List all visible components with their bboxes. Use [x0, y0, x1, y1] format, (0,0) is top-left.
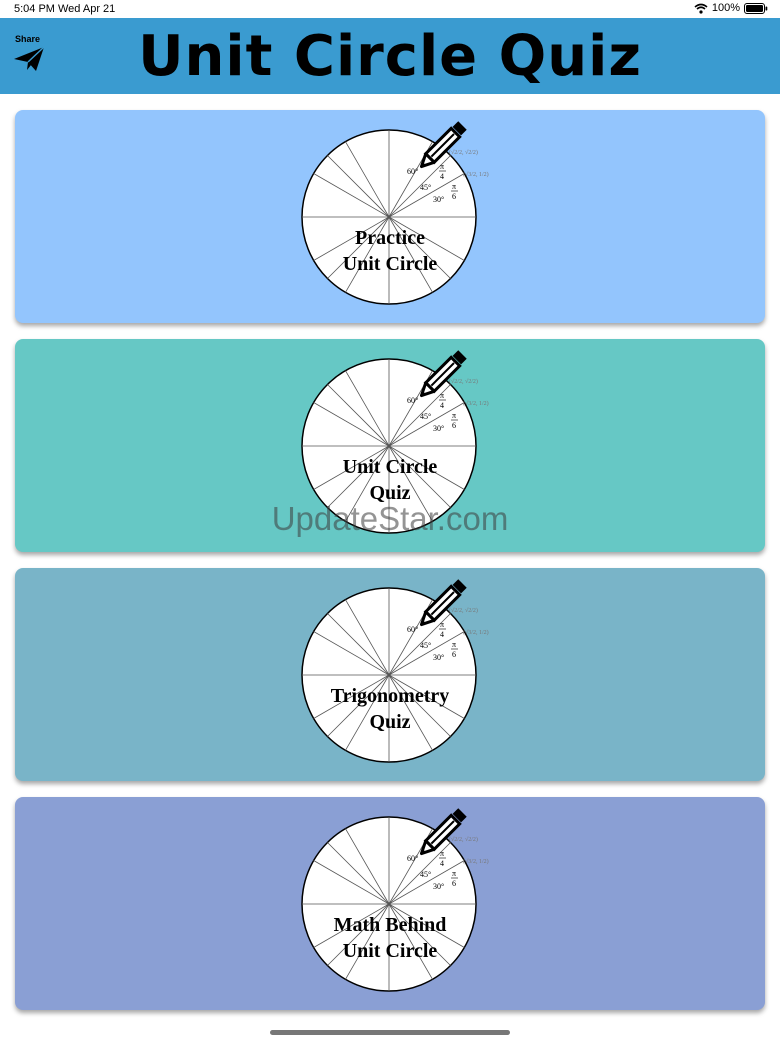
unit-circle-icon: 60°45°30°π4π6(√2/2, √2/2)(√3/2, 1/2) — [301, 808, 489, 992]
label-pi-4-num: π — [440, 849, 444, 858]
label-45-deg: 45° — [420, 870, 431, 879]
label-pi-4-den: 4 — [440, 630, 444, 639]
card-label-line2: Quiz — [369, 482, 411, 504]
battery-percent: 100% — [711, 2, 740, 14]
label-pi-6-num: π — [452, 182, 456, 191]
label-pi-6-num: π — [452, 640, 456, 649]
label-pi-4-num: π — [440, 620, 444, 629]
battery-icon — [744, 2, 768, 14]
label-pi-4-num: π — [440, 391, 444, 400]
label-pi-6-den: 6 — [452, 421, 456, 430]
label-45-deg: 45° — [420, 412, 431, 421]
trigonometry-quiz-card[interactable]: 60° 45° 30° π 4 π 6 (√2/2, √2/2) (√3/2, 1/2) Tri… — [15, 568, 765, 781]
home-indicator[interactable] — [270, 1030, 510, 1035]
coord-45: (√2/2, √2/2) — [449, 378, 478, 385]
label-45-deg: 45° — [420, 183, 431, 192]
practice-unit-circle-card[interactable]: 60° 45° 30° π 4 π 6 (√2/2, √2/2) (√3/2, 1/2) Pra… — [15, 110, 765, 323]
label-30-deg: 30° — [433, 195, 444, 204]
coord-30: (√3/2, 1/2) — [463, 858, 489, 865]
card-label: Trigonometry Quiz — [300, 683, 480, 735]
page-title: Unit Circle Quiz — [138, 24, 642, 89]
card-label-line1: Math Behind — [333, 914, 447, 936]
status-indicators: 100% — [694, 2, 768, 14]
label-60-deg: 60° — [407, 167, 418, 176]
status-bar: 5:04 PM Wed Apr 21 100% — [0, 0, 780, 18]
card-label-line1: Unit Circle — [342, 456, 438, 478]
label-pi-4-num: π — [440, 162, 444, 171]
label-30-deg: 30° — [433, 653, 444, 662]
coord-45: (√2/2, √2/2) — [449, 607, 478, 614]
card-label-line2: Quiz — [369, 711, 411, 733]
wifi-icon — [694, 3, 708, 14]
unit-circle-quiz-card[interactable]: 60° 45° 30° π 4 π 6 (√2/2, √2/2) (√3/2, 1/2) Uni… — [15, 339, 765, 552]
status-time: 5:04 PM — [14, 3, 55, 15]
label-60-deg: 60° — [407, 396, 418, 405]
unit-circle-icon: 60°45°30°π4π6(√2/2, √2/2)(√3/2, 1/2) — [301, 350, 489, 534]
label-pi-4-den: 4 — [440, 401, 444, 410]
coord-45: (√2/2, √2/2) — [449, 149, 478, 156]
card-label-line2: Unit Circle — [342, 940, 438, 962]
card-label: Practice Unit Circle — [300, 225, 480, 277]
coord-30: (√3/2, 1/2) — [463, 400, 489, 407]
label-pi-4-den: 4 — [440, 172, 444, 181]
math-behind-unit-circle-card[interactable]: 60° 45° 30° π 4 π 6 (√2/2, √2/2) (√3/2, 1/2) Mat… — [15, 797, 765, 1010]
coord-45: (√2/2, √2/2) — [449, 836, 478, 843]
label-30-deg: 30° — [433, 882, 444, 891]
coord-30: (√3/2, 1/2) — [463, 629, 489, 636]
card-label-line1: Practice — [355, 227, 425, 249]
label-60-deg: 60° — [407, 625, 418, 634]
label-pi-6-den: 6 — [452, 650, 456, 659]
label-pi-6-den: 6 — [452, 879, 456, 888]
card-label: Unit Circle Quiz — [300, 454, 480, 506]
label-60-deg: 60° — [407, 854, 418, 863]
coord-30: (√3/2, 1/2) — [463, 171, 489, 178]
app-header: Share Unit Circle Quiz — [0, 18, 780, 94]
unit-circle-icon: 60°45°30°π4π6(√2/2, √2/2)(√3/2, 1/2) — [301, 121, 489, 305]
card-label: Math Behind Unit Circle — [300, 912, 480, 964]
label-pi-6-den: 6 — [452, 192, 456, 201]
label-45-deg: 45° — [420, 641, 431, 650]
status-date: Wed Apr 21 — [58, 3, 116, 15]
label-pi-6-num: π — [452, 411, 456, 420]
label-pi-6-num: π — [452, 869, 456, 878]
card-label-line2: Unit Circle — [342, 253, 438, 275]
unit-circle-icon: 60°45°30°π4π6(√2/2, √2/2)(√3/2, 1/2) — [301, 579, 489, 763]
label-pi-4-den: 4 — [440, 859, 444, 868]
label-30-deg: 30° — [433, 424, 444, 433]
card-label-line1: Trigonometry — [330, 685, 450, 707]
